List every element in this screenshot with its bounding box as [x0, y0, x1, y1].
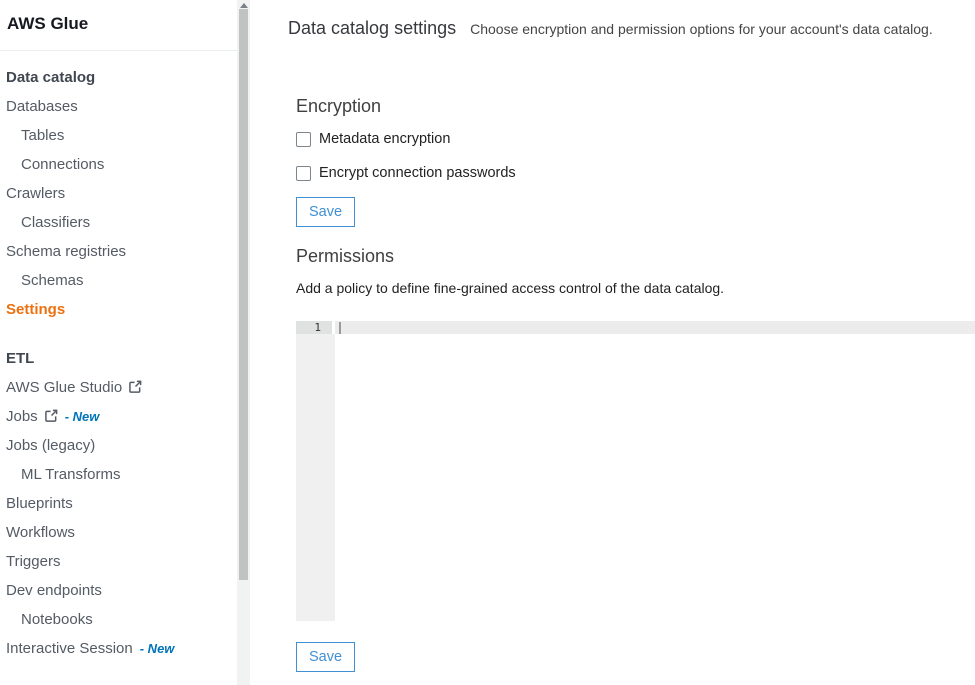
- sidebar-section-etl: ETL AWS Glue Studio Jobs - New Jobs (legacy)…: [0, 344, 237, 663]
- encrypt-passwords-checkbox[interactable]: [296, 166, 311, 181]
- sidebar-item-classifiers[interactable]: Classifiers: [0, 208, 237, 237]
- permissions-save-button[interactable]: Save: [296, 642, 355, 672]
- metadata-encryption-checkbox[interactable]: [296, 132, 311, 147]
- sidebar-item-interactive-session[interactable]: Interactive Session - New: [0, 634, 237, 663]
- main-content: Data catalog settings Choose encryption …: [250, 0, 975, 685]
- sidebar-item-jobs-legacy[interactable]: Jobs (legacy): [0, 431, 237, 460]
- sidebar-item-blueprints[interactable]: Blueprints: [0, 489, 237, 518]
- editor-body: [296, 334, 975, 621]
- sidebar-item-workflows[interactable]: Workflows: [0, 518, 237, 547]
- page-header: Data catalog settings Choose encryption …: [288, 18, 975, 39]
- external-link-icon: [45, 403, 58, 432]
- sidebar-item-label: ML Transforms: [21, 466, 120, 483]
- sidebar-item-label: Settings: [6, 301, 65, 318]
- sidebar-item-triggers[interactable]: Triggers: [0, 547, 237, 576]
- text-cursor: [339, 322, 341, 334]
- sidebar-item-schemas[interactable]: Schemas: [0, 266, 237, 295]
- sidebar-item-crawlers[interactable]: Crawlers: [0, 179, 237, 208]
- sidebar-item-label: Connections: [21, 156, 104, 173]
- sidebar-item-label: Schemas: [21, 272, 84, 289]
- sidebar-item-label: Jobs (legacy): [6, 437, 95, 454]
- sidebar-item-label: Interactive Session: [6, 640, 133, 657]
- sidebar-item-label: Classifiers: [21, 214, 90, 231]
- sidebar-item-label: Blueprints: [6, 495, 73, 512]
- encryption-heading: Encryption: [296, 96, 975, 117]
- sidebar-item-notebooks[interactable]: Notebooks: [0, 605, 237, 634]
- scroll-up-arrow[interactable]: [240, 3, 248, 8]
- sidebar-item-databases[interactable]: Databases: [0, 92, 237, 121]
- sidebar-item-label: Databases: [6, 98, 78, 115]
- sidebar-item-ml-transforms[interactable]: ML Transforms: [0, 460, 237, 489]
- sidebar-item-tables[interactable]: Tables: [0, 121, 237, 150]
- scrollbar-thumb[interactable]: [239, 9, 248, 580]
- sidebar-item-aws-glue-studio[interactable]: AWS Glue Studio: [0, 373, 237, 402]
- sidebar-item-connections[interactable]: Connections: [0, 150, 237, 179]
- sidebar-item-label: Dev endpoints: [6, 582, 102, 599]
- new-badge: - New: [140, 641, 175, 656]
- sidebar-item-dev-endpoints[interactable]: Dev endpoints: [0, 576, 237, 605]
- encryption-save-button[interactable]: Save: [296, 197, 355, 227]
- sidebar-item-settings[interactable]: Settings: [0, 295, 237, 324]
- editor-active-line[interactable]: 1: [296, 321, 975, 334]
- sidebar-item-jobs[interactable]: Jobs - New: [0, 402, 237, 431]
- metadata-encryption-label: Metadata encryption: [319, 131, 450, 147]
- encrypt-passwords-label: Encrypt connection passwords: [319, 165, 516, 181]
- page-title: Data catalog settings: [288, 18, 456, 39]
- editor-gutter: [296, 334, 335, 621]
- encryption-section: Encryption Metadata encryption Encrypt c…: [296, 96, 975, 227]
- sidebar-item-label: AWS Glue Studio: [6, 379, 122, 396]
- sidebar-section-header: Data catalog: [0, 63, 237, 92]
- sidebar-section-data-catalog: Data catalog Databases Tables Connections Cr…: [0, 63, 237, 324]
- sidebar-section-header: ETL: [0, 344, 237, 373]
- page-subtitle: Choose encryption and permission options…: [470, 21, 933, 37]
- sidebar-item-label: Workflows: [6, 524, 75, 541]
- policy-editor[interactable]: 1: [296, 321, 975, 621]
- metadata-encryption-row: Metadata encryption: [296, 130, 975, 148]
- encrypt-passwords-row: Encrypt connection passwords: [296, 164, 975, 182]
- editor-content[interactable]: [335, 334, 975, 621]
- external-link-icon: [129, 374, 142, 403]
- sidebar-item-schema-registries[interactable]: Schema registries: [0, 237, 237, 266]
- sidebar-scrollbar[interactable]: [237, 0, 250, 685]
- sidebar-item-label: Jobs: [6, 408, 38, 425]
- sidebar-item-label: Schema registries: [6, 243, 126, 260]
- permissions-section: Permissions Add a policy to define fine-…: [296, 246, 975, 296]
- app-window: AWS Glue Data catalog Databases Tables Conn…: [0, 0, 975, 685]
- sidebar-item-label: Triggers: [6, 553, 60, 570]
- sidebar-item-label: Tables: [21, 127, 64, 144]
- new-badge: - New: [65, 409, 100, 424]
- sidebar-item-label: Notebooks: [21, 611, 93, 628]
- sidebar-nav: Data catalog Databases Tables Connections Cr…: [0, 51, 237, 663]
- permissions-heading: Permissions: [296, 246, 975, 267]
- permissions-description: Add a policy to define fine-grained acce…: [296, 280, 975, 296]
- app-title: AWS Glue: [0, 8, 237, 36]
- sidebar: AWS Glue Data catalog Databases Tables Conn…: [0, 0, 237, 685]
- sidebar-item-label: Crawlers: [6, 185, 65, 202]
- editor-line-number: 1: [296, 321, 332, 334]
- editor-line-content[interactable]: [335, 321, 975, 334]
